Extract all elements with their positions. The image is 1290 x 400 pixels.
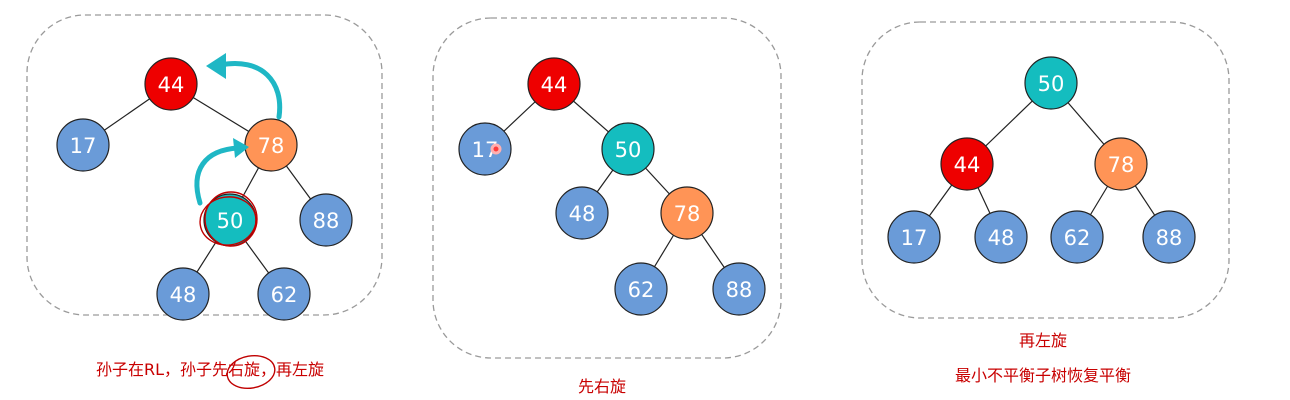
panel-3: 50 44 78 17 48 62 88: [861, 21, 1230, 319]
tree-node-48: 48: [156, 267, 210, 321]
tree-node-50: 50: [1024, 56, 1078, 110]
tree-node-44: 44: [144, 57, 198, 111]
node-label: 44: [541, 73, 568, 97]
node-label: 88: [726, 278, 753, 302]
node-label: 88: [1156, 226, 1183, 250]
caption-text: 再左旋: [1019, 331, 1067, 350]
node-label: 44: [954, 153, 981, 177]
caption-text: 孙子在RL，孙子先右旋，再左旋: [96, 360, 324, 379]
tree-node-78: 78: [1094, 137, 1148, 191]
node-label: 62: [1064, 226, 1091, 250]
node-label: 48: [569, 202, 596, 226]
node-label: 17: [70, 134, 97, 158]
node-label: 88: [313, 209, 340, 233]
tree-node-78: 78: [244, 118, 298, 172]
node-label: 78: [258, 134, 285, 158]
cursor-dot-icon: [490, 143, 502, 155]
node-label: 78: [674, 202, 701, 226]
tree-node-50: 50: [601, 122, 655, 176]
tree-node-17: 17: [887, 210, 941, 264]
tree-node-17: 17: [458, 122, 512, 176]
diagram-canvas: 44 17 78 50 88 48 62 孙子在RL，孙子先右旋，再左旋 44 17 50 48 78 6…: [26, 14, 1230, 396]
tree-node-17: 17: [56, 118, 110, 172]
rotate-arrow-large: [217, 61, 283, 120]
node-label: 50: [217, 209, 244, 233]
tree-node-88: 88: [1142, 210, 1196, 264]
tree-node-62: 62: [1050, 210, 1104, 264]
tree-node-88: 88: [299, 193, 353, 247]
tree-node-48: 48: [974, 210, 1028, 264]
arrow-head-icon: [206, 53, 226, 79]
panel-2: 44 17 50 48 78 62 88: [432, 17, 782, 359]
node-label: 78: [1108, 153, 1135, 177]
tree-node-78: 78: [660, 186, 714, 240]
node-label: 44: [158, 73, 185, 97]
node-label: 48: [170, 283, 197, 307]
tree-node-62: 62: [257, 267, 311, 321]
node-label: 62: [628, 278, 655, 302]
tree-node-44: 44: [527, 57, 581, 111]
node-label: 50: [1038, 72, 1065, 96]
node-label: 17: [901, 226, 928, 250]
caption-text: 先右旋: [578, 377, 626, 396]
tree-node-44: 44: [940, 137, 994, 191]
caption-text: 最小不平衡子树恢复平衡: [955, 366, 1131, 385]
node-label: 50: [615, 138, 642, 162]
panel-1: 44 17 78 50 88 48 62: [26, 14, 383, 321]
tree-node-62: 62: [614, 262, 668, 316]
node-label: 48: [988, 226, 1015, 250]
node-label: 62: [271, 283, 298, 307]
avl-rotation-diagram: 44 17 78 50 88 48 62 孙子在RL，孙子先右旋，再左旋 44 17 50 48 78 6…: [0, 0, 1290, 400]
tree-node-48: 48: [555, 186, 609, 240]
tree-node-88: 88: [712, 262, 766, 316]
